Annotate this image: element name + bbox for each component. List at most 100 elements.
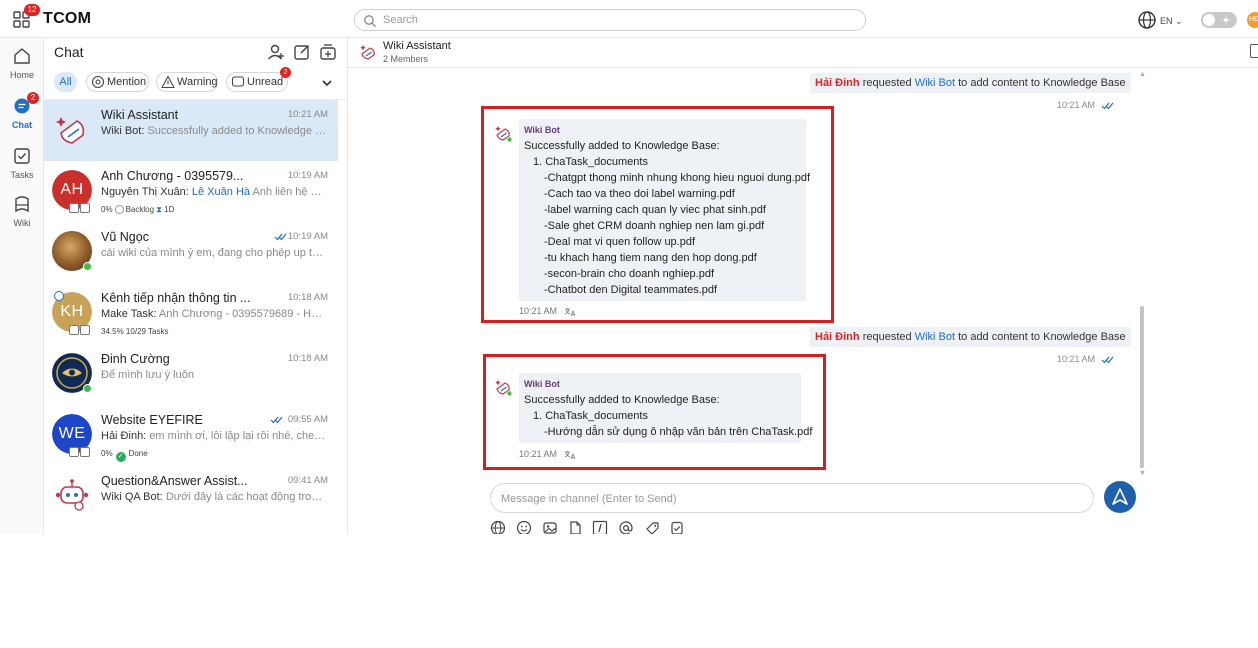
message-input[interactable] [501, 491, 1081, 507]
rail-item-tasks[interactable]: Tasks [0, 142, 44, 186]
brand-logo: TCOM [43, 10, 92, 27]
new-group-icon[interactable] [318, 42, 338, 62]
chat-row-time: 10:21 AM [287, 109, 328, 120]
wiki-assistant-avatar-icon [56, 117, 85, 144]
filter-warning[interactable]: Warning [156, 72, 218, 92]
chat-row-website-eyefire[interactable]: WE Website EYEFIRE 09:55 AM Hải Đinh: em… [44, 405, 338, 466]
language-label: EN [1160, 16, 1173, 26]
conversation-panel: Wiki Assistant 2 Members ▲ ▼ Hải Đinh re… [348, 38, 1258, 534]
notice-verb: requested [862, 331, 912, 343]
message-line: -Chatgpt thong minh nhung khong hieu ngu… [544, 172, 811, 184]
message-line: -label warning cach quan ly viec phat si… [544, 204, 766, 216]
translate-icon[interactable] [564, 307, 576, 317]
translate-icon[interactable] [564, 450, 576, 460]
wiki-assistant-avatar-icon [360, 45, 375, 60]
chat-row-preview: Wiki QA Bot: Dưới đây là các hoạt động t… [101, 491, 327, 503]
chat-row-anh-chuong[interactable]: AH Anh Chương - 0395579... 10:19 AM Nguy… [44, 161, 338, 222]
notice-bot[interactable]: Wiki Bot [915, 331, 955, 343]
message-line: 1. ChaTask_documents [533, 156, 648, 168]
meta-status: Done [128, 449, 148, 458]
row-flags [69, 325, 91, 335]
task-icon [80, 203, 90, 213]
chat-row-time: 10:19 AM [287, 170, 328, 181]
filter-warning-label: Warning [177, 76, 218, 88]
message-bubble: Wiki Bot Successfully added to Knowledge… [519, 373, 812, 443]
task-meta: 0% Backlog ⧗ 1D [101, 205, 174, 215]
chat-row-kenh-tiep-nhan[interactable]: KH Kênh tiếp nhận thông tin ... 10:18 AM… [44, 283, 338, 344]
compose-icon[interactable] [292, 42, 312, 62]
online-status-dot [83, 384, 92, 393]
chat-row-vu-ngoc[interactable]: Vũ Ngọc 10:19 AM cái wiki của mình ý em,… [44, 222, 338, 283]
chevron-down-icon[interactable] [320, 76, 334, 90]
sticker-icon[interactable] [644, 520, 660, 534]
user-avatar[interactable]: HĐ [1247, 12, 1258, 28]
preview-sender: Wiki QA Bot: [101, 491, 163, 503]
member-count[interactable]: 2 Members [383, 54, 428, 64]
meta-tasks: 10/29 Tasks [125, 327, 169, 336]
notice-time: 10:21 AM [1057, 100, 1096, 110]
row-flags [69, 203, 91, 213]
message-line: -Deal mat vi quen follow up.pdf [544, 236, 696, 248]
language-selector[interactable]: EN ⌄ [1160, 16, 1183, 27]
apps-badge: 12 [24, 4, 40, 16]
task-meta: 34.5% 10/29 Tasks [101, 327, 168, 336]
preview-text: Anh Chương - 0395579689 - Hợ... [158, 308, 327, 320]
unread-icon [231, 76, 245, 87]
conversation-header: Wiki Assistant 2 Members [348, 38, 1258, 68]
globe-icon[interactable] [490, 520, 506, 534]
unread-badge: 2 [280, 67, 291, 78]
preview-text: Dưới đây là các hoạt động trong t... [165, 491, 327, 503]
mention-icon[interactable] [618, 520, 634, 534]
filter-unread[interactable]: Unread [226, 72, 288, 92]
globe-icon[interactable] [1137, 10, 1157, 30]
conversation-title: Wiki Assistant [383, 40, 451, 52]
chat-row-preview: Nguyễn Thị Xuân: Lê Xuân Hà Anh liên hệ … [101, 186, 327, 198]
rail-item-chat[interactable]: 2 Chat [0, 92, 44, 136]
status-circle-icon [114, 205, 124, 214]
chat-badge: 2 [27, 92, 39, 104]
notice-actor[interactable]: Hải Đinh [815, 331, 860, 343]
preview-sender: Make Task: [101, 308, 157, 320]
chat-row-time: 10:19 AM [287, 231, 328, 242]
message-line: -Sale ghet CRM doanh nghiep nen lam gi.p… [544, 220, 765, 232]
add-contact-icon[interactable] [266, 42, 286, 62]
scroll-down-arrow[interactable]: ▼ [1139, 470, 1146, 477]
file-icon[interactable] [567, 520, 583, 534]
filter-mention[interactable]: Mention [86, 72, 149, 92]
filter-all[interactable]: All [54, 72, 77, 92]
notice-rest: to add content to Knowledge Base [958, 331, 1126, 343]
search-input[interactable] [383, 12, 853, 28]
theme-toggle[interactable] [1201, 12, 1237, 28]
notice-actor[interactable]: Hải Đinh [815, 77, 860, 89]
chat-row-preview: Hải Đinh: em mình ơi, lỗi lặp lại rồi nh… [101, 430, 327, 442]
app-window: 12 TCOM EN ⌄ HĐ [0, 0, 1258, 534]
message-composer[interactable] [490, 483, 1094, 513]
panel-toggle-icon[interactable] [1250, 44, 1258, 58]
meta-percent: 0% [101, 205, 113, 214]
message-line: -Cach tao va theo doi label warning.pdf [544, 188, 735, 200]
chat-row-preview: cái wiki của mình ý em, đang cho phép up… [101, 247, 327, 259]
task-icon[interactable] [669, 520, 685, 534]
send-button[interactable] [1104, 481, 1136, 513]
format-icon[interactable] [592, 520, 608, 534]
message-line: -secon-brain cho doanh nghiep.pdf [544, 268, 715, 280]
message-time: 10:21 AM [519, 449, 558, 459]
rail-item-home[interactable]: Home [0, 42, 44, 86]
emoji-icon[interactable] [516, 520, 532, 534]
rail-item-wiki[interactable]: Wiki [0, 190, 44, 234]
toggle-knob [1203, 14, 1215, 26]
robot-avatar-icon [55, 479, 89, 511]
notice-time: 10:21 AM [1057, 354, 1096, 364]
chat-row-qa-assistant[interactable]: Question&Answer Assist... 09:41 AM Wiki … [44, 466, 338, 527]
filter-all-label: All [59, 76, 72, 88]
scroll-up-arrow[interactable]: ▲ [1139, 71, 1146, 78]
notice-bot[interactable]: Wiki Bot [915, 77, 955, 89]
meta-percent: 0% [101, 449, 113, 458]
search-box[interactable] [354, 9, 866, 31]
wiki-icon [15, 196, 29, 213]
chat-row-dinh-cuong[interactable]: Đinh Cường 10:18 AM Để mình lưu ý luôn [44, 344, 338, 405]
scrollbar-thumb[interactable] [1140, 306, 1144, 468]
image-icon[interactable] [542, 520, 558, 534]
chat-row-wiki-assistant[interactable]: Wiki Assistant 10:21 AM Wiki Bot: Succes… [44, 100, 338, 161]
preview-sender: Hải Đinh: [101, 430, 147, 442]
